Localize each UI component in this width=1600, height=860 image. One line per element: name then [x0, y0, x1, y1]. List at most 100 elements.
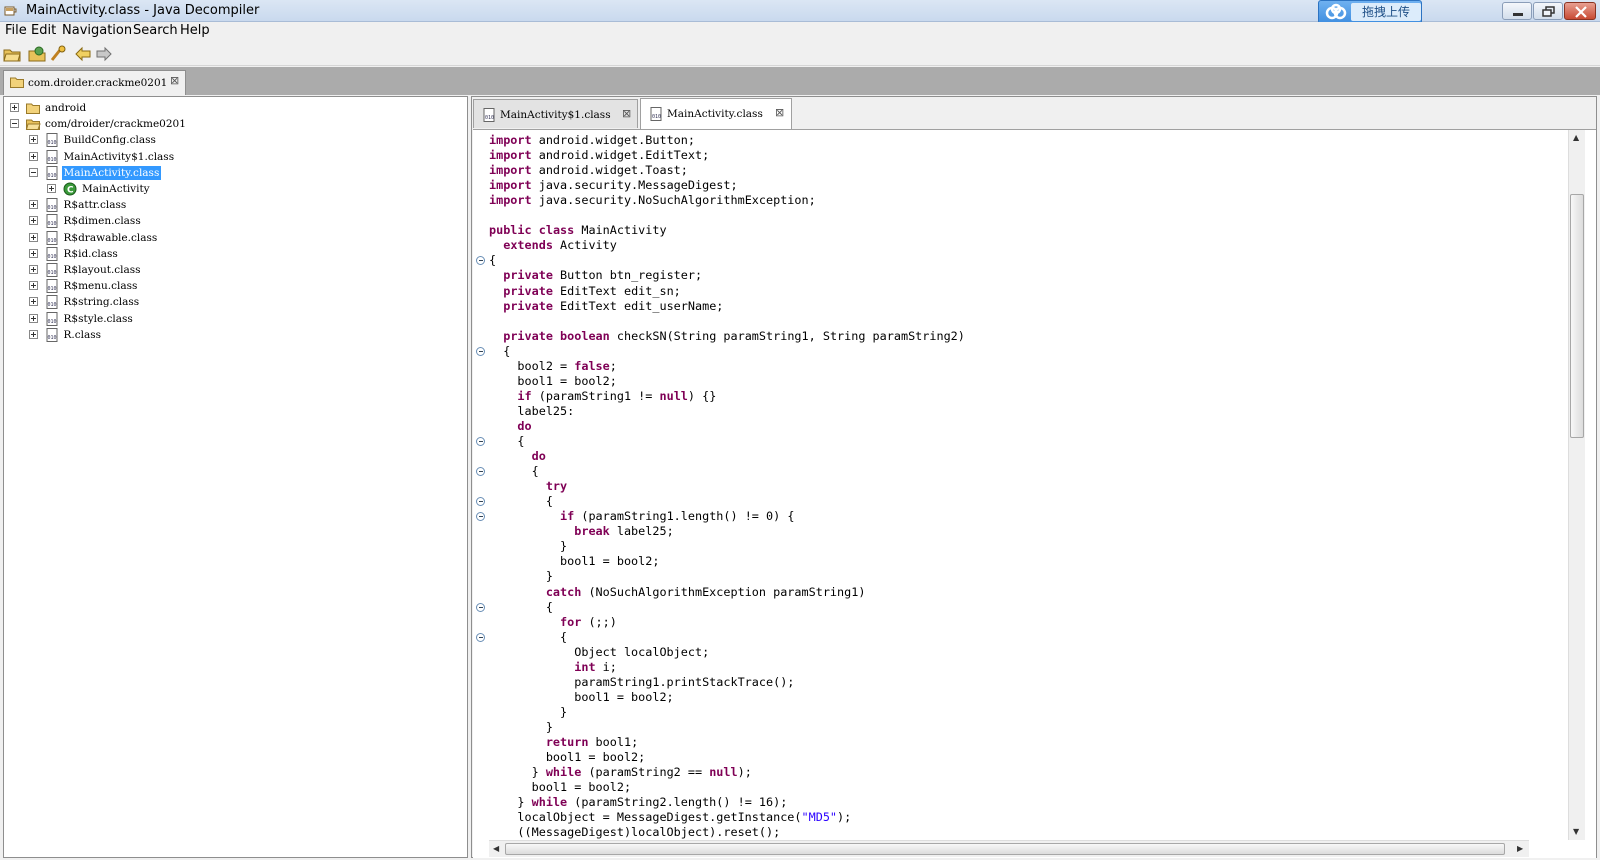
expand-icon[interactable]	[28, 151, 38, 161]
tree-item[interactable]: 010 MainActivity.class	[28, 165, 445, 181]
tree-item[interactable]: 010 R$drawable.class	[28, 230, 445, 246]
horizontal-scroll-thumb[interactable]	[505, 843, 1505, 855]
expand-icon[interactable]	[28, 248, 38, 258]
tree-item[interactable]: 010 R$menu.class	[28, 278, 445, 294]
code-line: import android.widget.EditText;	[489, 148, 710, 163]
tree-item-label: R$layout.class	[63, 264, 141, 276]
expand-icon[interactable]	[28, 232, 38, 242]
expand-icon[interactable]	[28, 329, 38, 339]
open-file-icon[interactable]	[3, 45, 21, 63]
tree-item[interactable]: 010 R$style.class	[28, 311, 445, 327]
fold-toggle-icon[interactable]	[476, 346, 485, 356]
code-line: bool1 = bool2;	[489, 689, 674, 704]
tree-item[interactable]: 010 R$string.class	[28, 294, 445, 310]
code-line: {	[489, 464, 539, 479]
tree-item[interactable]: android	[10, 100, 444, 116]
class-file-icon: 010	[46, 263, 57, 277]
tree-item[interactable]: com/droider/crackme0201	[10, 116, 444, 132]
code-line: public class MainActivity	[489, 223, 667, 238]
code-line: Object localObject;	[489, 644, 710, 659]
svg-text:010: 010	[47, 221, 56, 227]
menu-navigation[interactable]: Navigation	[62, 23, 132, 38]
expand-icon[interactable]	[47, 184, 56, 193]
tree-item[interactable]: 010 R$attr.class	[28, 197, 445, 213]
code-line: localObject = MessageDigest.getInstance(…	[489, 810, 852, 825]
menu-edit[interactable]: Edit	[31, 23, 56, 38]
package-tab-label: com.droider.crackme0201	[28, 77, 168, 89]
fold-toggle-icon[interactable]	[476, 512, 485, 522]
class-file-icon: 010	[483, 108, 495, 122]
menu-file[interactable]: File	[5, 23, 27, 38]
expand-icon[interactable]	[10, 103, 19, 112]
scroll-up-icon[interactable]: ▲	[1573, 133, 1579, 142]
code-line: import java.security.MessageDigest;	[489, 178, 738, 193]
tab-mainactivity-1-class[interactable]: 010 MainActivity$1.class ⊠	[473, 99, 638, 128]
tree-item[interactable]: C MainActivity	[47, 181, 444, 197]
code-content[interactable]: import android.widget.Button; import andr…	[473, 130, 1568, 840]
collapse-icon[interactable]	[28, 167, 38, 177]
collapse-icon[interactable]	[10, 119, 19, 129]
code-line: }	[489, 569, 553, 584]
package-tab-strip: com.droider.crackme0201 ⊠	[0, 67, 1600, 95]
tab-label: MainActivity$1.class	[500, 109, 611, 121]
fold-toggle-icon[interactable]	[476, 497, 485, 507]
minimize-button[interactable]	[1502, 2, 1532, 20]
fold-toggle-icon[interactable]	[476, 256, 485, 266]
tree-item[interactable]: 010 R.class	[28, 327, 445, 343]
code-line: }	[489, 539, 568, 554]
expand-icon[interactable]	[28, 265, 38, 274]
tree-item[interactable]: 010 R$id.class	[28, 246, 445, 262]
close-tab-icon[interactable]: ⊠	[622, 107, 631, 120]
svg-text:010: 010	[485, 115, 494, 121]
code-line: {	[489, 599, 553, 614]
svg-text:010: 010	[47, 205, 56, 211]
fold-toggle-icon[interactable]	[476, 467, 485, 477]
forward-arrow-icon[interactable]	[95, 45, 113, 63]
close-tab-icon[interactable]: ⊠	[170, 74, 179, 87]
expand-icon[interactable]	[28, 135, 38, 145]
horizontal-scrollbar[interactable]: ◀ ▶	[489, 840, 1529, 857]
open-type-icon[interactable]	[49, 45, 67, 63]
code-line: {	[489, 494, 553, 509]
menu-search[interactable]: Search	[133, 23, 178, 38]
tree-item[interactable]: 010 R$layout.class	[28, 262, 445, 278]
close-tab-icon[interactable]: ⊠	[775, 106, 784, 119]
expand-icon[interactable]	[28, 297, 38, 307]
vertical-scroll-thumb[interactable]	[1570, 194, 1584, 438]
folder-open-icon	[25, 119, 41, 131]
expand-icon[interactable]	[28, 281, 38, 291]
code-line: label25:	[489, 403, 575, 418]
close-button[interactable]	[1564, 2, 1596, 20]
back-arrow-icon[interactable]	[74, 45, 92, 63]
scroll-left-icon[interactable]: ◀	[493, 844, 499, 853]
tab-mainactivity-class[interactable]: 010 MainActivity.class ⊠	[640, 98, 792, 129]
code-view[interactable]: import android.widget.Button; import andr…	[473, 129, 1596, 858]
svg-text:010: 010	[652, 114, 661, 120]
upload-widget-button[interactable]: 拖拽上传	[1318, 0, 1422, 24]
tree-item[interactable]: 010 MainActivity$1.class	[28, 149, 445, 165]
menu-help[interactable]: Help	[180, 23, 210, 38]
svg-text:010: 010	[47, 286, 56, 292]
vertical-scrollbar[interactable]: ▲ ▼	[1568, 130, 1585, 840]
toolbar	[0, 42, 1600, 66]
fold-toggle-icon[interactable]	[476, 632, 485, 642]
tree-item-label: R$attr.class	[63, 199, 127, 212]
fold-toggle-icon[interactable]	[476, 437, 485, 446]
tree-item[interactable]: 010 R$dimen.class	[28, 213, 445, 229]
scroll-right-icon[interactable]: ▶	[1517, 844, 1523, 853]
class-file-icon: 010	[46, 295, 57, 310]
class-file-icon: 010	[46, 311, 57, 326]
tree-item[interactable]: 010 BuildConfig.class	[28, 132, 445, 148]
fold-toggle-icon[interactable]	[476, 602, 485, 612]
open-folder-icon[interactable]	[28, 45, 46, 63]
scroll-down-icon[interactable]: ▼	[1573, 827, 1579, 836]
expand-icon[interactable]	[28, 216, 38, 226]
package-tab[interactable]: com.droider.crackme0201 ⊠	[3, 70, 186, 95]
expand-icon[interactable]	[28, 200, 38, 210]
code-line: private EditText edit_userName;	[503, 298, 724, 313]
code-line: private Button btn_register;	[503, 268, 703, 283]
expand-icon[interactable]	[28, 313, 38, 323]
restore-button[interactable]	[1533, 2, 1563, 20]
code-line: ((MessageDigest)localObject).reset();	[489, 825, 781, 840]
class-file-icon: 010	[46, 230, 57, 245]
